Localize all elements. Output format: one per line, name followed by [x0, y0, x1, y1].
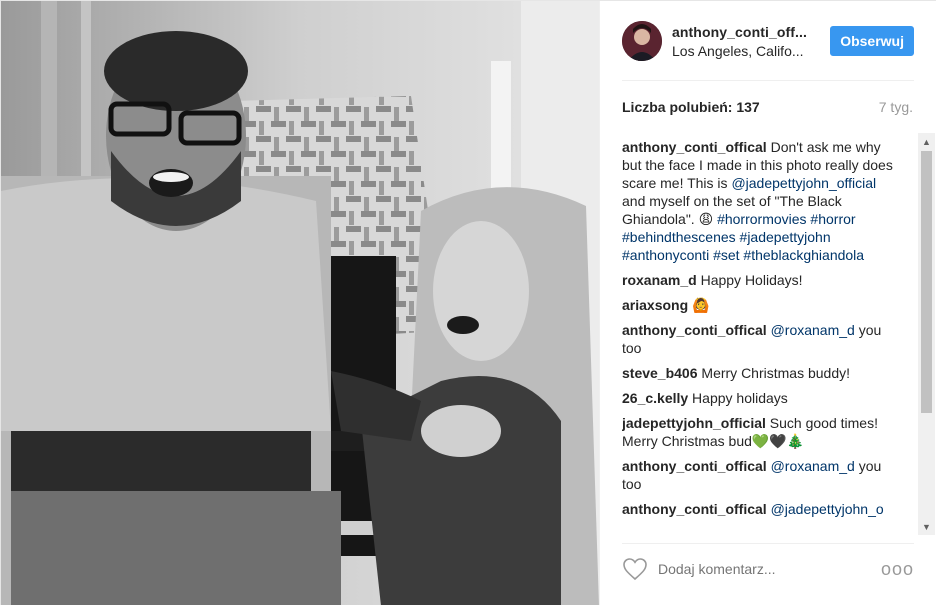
- post-details-panel: anthony_conti_off... Los Angeles, Califo…: [599, 1, 936, 605]
- comment-username[interactable]: anthony_conti_offical: [622, 322, 767, 338]
- post-footer: ooo: [600, 543, 936, 595]
- comment-text: 🙆: [688, 297, 710, 313]
- heart-icon[interactable]: [622, 557, 648, 581]
- comment-item: ariaxsong 🙆: [622, 296, 898, 314]
- comment-item: 26_c.kelly Happy holidays: [622, 389, 898, 407]
- comment-username[interactable]: steve_b406: [622, 365, 698, 381]
- scroll-down-arrow-icon[interactable]: ▼: [918, 518, 935, 535]
- follow-button[interactable]: Obserwuj: [830, 26, 914, 56]
- photo-illustration: [1, 1, 599, 605]
- comment-username[interactable]: ariaxsong: [622, 297, 688, 313]
- location-link[interactable]: Los Angeles, Califo...: [672, 43, 818, 59]
- header-divider: [622, 80, 914, 81]
- comment-item: roxanam_d Happy Holidays!: [622, 271, 898, 289]
- post-header: anthony_conti_off... Los Angeles, Califo…: [600, 1, 936, 81]
- comment-item: anthony_conti_offical @roxanam_d you too: [622, 457, 898, 493]
- user-block: anthony_conti_off... Los Angeles, Califo…: [672, 24, 818, 59]
- comment-username[interactable]: anthony_conti_offical: [622, 458, 767, 474]
- comment-username[interactable]: 26_c.kelly: [622, 390, 688, 406]
- comment-mention[interactable]: @roxanam_d: [767, 458, 855, 474]
- caption-username[interactable]: anthony_conti_offical: [622, 139, 767, 155]
- caption-mention[interactable]: @jadepettyjohn_official: [731, 175, 876, 191]
- post-photo[interactable]: [1, 1, 599, 605]
- avatar[interactable]: [622, 21, 662, 61]
- comment-mention[interactable]: @jadepettyjohn_o: [767, 501, 884, 517]
- comment-username[interactable]: jadepettyjohn_official: [622, 415, 766, 431]
- more-options-icon[interactable]: ooo: [881, 559, 914, 580]
- comment-item: jadepettyjohn_official Such good times! …: [622, 414, 898, 450]
- caption: anthony_conti_offical Don't ask me why b…: [622, 138, 898, 264]
- comment-text: Happy holidays: [688, 390, 788, 406]
- comment-item: anthony_conti_offical @jadepettyjohn_o: [622, 500, 898, 518]
- post-age[interactable]: 7 tyg.: [879, 99, 913, 115]
- comment-mention[interactable]: @roxanam_d: [767, 322, 855, 338]
- comment-text: Merry Christmas buddy!: [697, 365, 850, 381]
- comments-scrollbar[interactable]: ▲ ▼: [918, 133, 935, 535]
- comment-item: steve_b406 Merry Christmas buddy!: [622, 364, 898, 382]
- username-link[interactable]: anthony_conti_off...: [672, 24, 818, 40]
- post-modal: anthony_conti_off... Los Angeles, Califo…: [0, 0, 936, 605]
- comment-text: Happy Holidays!: [696, 272, 803, 288]
- add-comment-input[interactable]: [658, 561, 881, 577]
- comment-item: anthony_conti_offical @roxanam_d you too: [622, 321, 898, 357]
- comments-list: anthony_conti_offical Don't ask me why b…: [622, 138, 898, 533]
- likes-count[interactable]: Liczba polubień: 137: [622, 99, 760, 115]
- likes-row: Liczba polubień: 137 7 tyg.: [622, 99, 913, 115]
- scrollbar-thumb[interactable]: [921, 151, 932, 413]
- scroll-up-arrow-icon[interactable]: ▲: [918, 133, 935, 150]
- avatar-image: [622, 21, 662, 61]
- comment-username[interactable]: roxanam_d: [622, 272, 697, 288]
- footer-divider: [622, 543, 914, 544]
- comment-username[interactable]: anthony_conti_offical: [622, 501, 767, 517]
